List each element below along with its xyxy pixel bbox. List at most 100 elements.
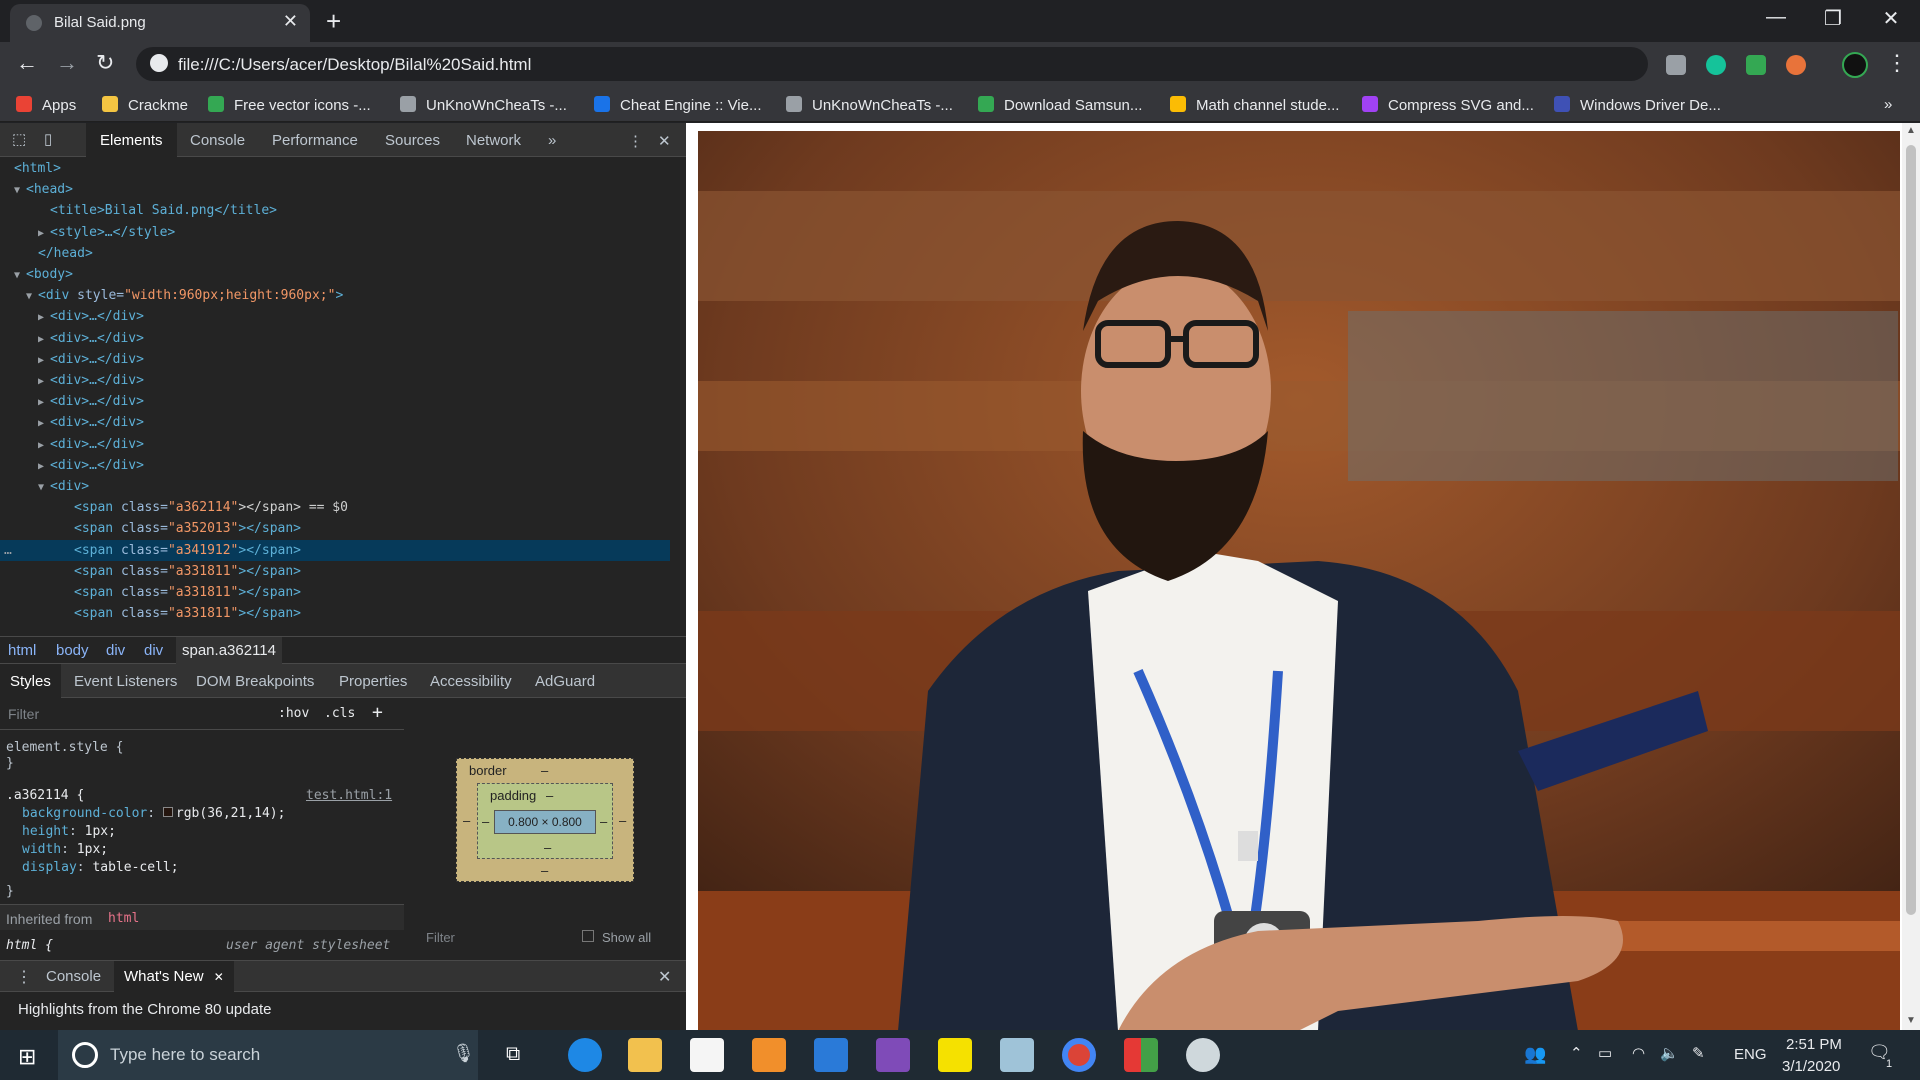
- dom-node-line[interactable]: <span class="a362114"></span> == $0: [74, 497, 348, 518]
- clock-date[interactable]: 3/1/2020: [1782, 1058, 1840, 1075]
- tab-close-icon[interactable]: ✕: [283, 11, 298, 32]
- edge-icon[interactable]: [568, 1038, 602, 1072]
- chrome-icon[interactable]: [1062, 1038, 1096, 1072]
- taskbar-search[interactable]: Type here to search 🎙: [58, 1030, 478, 1080]
- minimize-button[interactable]: —: [1753, 6, 1799, 29]
- clock-time[interactable]: 2:51 PM: [1786, 1036, 1842, 1053]
- new-style-rule-button[interactable]: +: [372, 702, 383, 723]
- dom-node-line[interactable]: ▶ <div>…</div>: [38, 455, 144, 476]
- close-drawer-icon[interactable]: ✕: [658, 967, 671, 987]
- dom-node-line[interactable]: ▶ <div>…</div>: [38, 306, 144, 327]
- restore-button[interactable]: ❐: [1810, 6, 1856, 31]
- devtools-menu-icon[interactable]: ⋮: [628, 132, 643, 150]
- bookmark-8[interactable]: Compress SVG and...: [1362, 96, 1534, 114]
- app-icon[interactable]: [1000, 1038, 1034, 1072]
- profile-avatar[interactable]: [1842, 52, 1868, 78]
- close-devtools-icon[interactable]: ✕: [658, 132, 671, 150]
- subtab-adguard[interactable]: AdGuard: [535, 673, 595, 690]
- file-explorer-icon[interactable]: [628, 1038, 662, 1072]
- subtab-dom-breakpoints[interactable]: DOM Breakpoints: [196, 673, 314, 690]
- drawer-tab-console[interactable]: Console: [46, 968, 101, 985]
- color-swatch[interactable]: [162, 807, 173, 817]
- bookmark-5[interactable]: UnKnoWnCheaTs -...: [786, 96, 953, 114]
- scroll-up-icon[interactable]: ▲: [1906, 125, 1916, 136]
- sublime-text-icon[interactable]: [752, 1038, 786, 1072]
- dom-node-line[interactable]: ▶ <div>…</div>: [38, 370, 144, 391]
- tab-elements[interactable]: Elements: [86, 123, 177, 157]
- rule-source-link[interactable]: test.html:1: [306, 788, 392, 803]
- reload-icon[interactable]: ↻: [96, 50, 114, 76]
- dom-node-line[interactable]: ▶ <div>…</div>: [38, 434, 144, 455]
- sticky-notes-icon[interactable]: [938, 1038, 972, 1072]
- tab-performance[interactable]: Performance: [272, 132, 358, 149]
- adguard-shield-icon[interactable]: [1746, 55, 1766, 75]
- mail-icon[interactable]: [814, 1038, 848, 1072]
- styles-filter-input[interactable]: Filter: [8, 706, 39, 722]
- cls-toggle[interactable]: .cls: [324, 706, 355, 721]
- browser-tab[interactable]: Bilal Said.png ✕: [10, 4, 310, 42]
- dom-node-line[interactable]: <span class="a341912"></span>: [74, 540, 301, 561]
- breadcrumb-html[interactable]: html: [8, 642, 36, 659]
- more-bookmarks-icon[interactable]: »: [1884, 96, 1892, 113]
- inspect-element-icon[interactable]: ⬚: [12, 130, 26, 148]
- paint-app-icon[interactable]: [1124, 1038, 1158, 1072]
- breadcrumb-span[interactable]: span.a362114: [176, 637, 282, 664]
- show-all-checkbox[interactable]: [582, 930, 594, 942]
- address-bar[interactable]: file:///C:/Users/acer/Desktop/Bilal%20Sa…: [136, 47, 1648, 81]
- language-indicator[interactable]: ENG: [1734, 1046, 1767, 1063]
- dom-node-line[interactable]: ▼ <body>: [14, 264, 73, 285]
- tab-sources[interactable]: Sources: [385, 132, 440, 149]
- dom-node-line[interactable]: ▶ <div>…</div>: [38, 349, 144, 370]
- battery-icon[interactable]: ▭: [1598, 1044, 1612, 1062]
- dom-node-line[interactable]: ▶ <div>…</div>: [38, 391, 144, 412]
- subtab-styles[interactable]: Styles: [0, 664, 61, 698]
- tab-console[interactable]: Console: [190, 132, 245, 149]
- rule-selector[interactable]: .a362114 {: [6, 788, 84, 803]
- forward-arrow-icon[interactable]: →: [56, 50, 78, 76]
- style-property[interactable]: height: 1px;: [22, 824, 116, 839]
- style-property[interactable]: background-color: rgb(36,21,14);: [22, 806, 285, 821]
- visual-studio-icon[interactable]: [876, 1038, 910, 1072]
- box-model-padding[interactable]: padding – – – – 0.800 × 0.800: [477, 783, 613, 859]
- camera-icon[interactable]: [1666, 55, 1686, 75]
- bookmark-0[interactable]: Apps: [16, 96, 76, 114]
- dom-node-line[interactable]: <title>Bilal Said.png</title>: [50, 200, 277, 221]
- close-tab-icon[interactable]: ✕: [214, 970, 224, 984]
- computed-filter-input[interactable]: Filter: [426, 930, 455, 945]
- dom-node-line[interactable]: ▼ <div style="width:960px;height:960px;">: [26, 285, 343, 306]
- drawer-tab-whats-new[interactable]: What's New ✕: [114, 961, 234, 992]
- breadcrumb-div-2[interactable]: div: [144, 642, 163, 659]
- hov-toggle[interactable]: :hov: [278, 706, 309, 721]
- style-property[interactable]: width: 1px;: [22, 842, 108, 857]
- bookmark-4[interactable]: Cheat Engine :: Vie...: [594, 96, 761, 114]
- inherited-tag-link[interactable]: html: [108, 911, 139, 926]
- dom-node-line[interactable]: ▼ <div>: [38, 476, 89, 497]
- duckduckgo-icon[interactable]: [1786, 55, 1806, 75]
- volume-icon[interactable]: 🔈: [1660, 1044, 1679, 1062]
- bookmark-1[interactable]: Crackme: [102, 96, 188, 114]
- dom-node-line[interactable]: <span class="a331811"></span>: [74, 582, 301, 603]
- dom-node-line[interactable]: <span class="a331811"></span>: [74, 603, 301, 624]
- box-model-content[interactable]: 0.800 × 0.800: [494, 810, 596, 834]
- tab-network[interactable]: Network: [466, 132, 521, 149]
- box-model-border[interactable]: border – – – – padding – – – – 0.800 × 0…: [456, 758, 634, 882]
- subtab-event-listeners[interactable]: Event Listeners: [74, 673, 177, 690]
- subtab-accessibility[interactable]: Accessibility: [430, 673, 512, 690]
- scroll-down-icon[interactable]: ▼: [1906, 1015, 1916, 1026]
- info-icon[interactable]: [150, 54, 168, 72]
- breadcrumb-body[interactable]: body: [56, 642, 89, 659]
- dom-node-line[interactable]: ▼ <head>: [14, 179, 73, 200]
- windows-start-icon[interactable]: ⊞: [18, 1044, 36, 1070]
- tray-overflow-icon[interactable]: ⌃: [1570, 1044, 1583, 1062]
- more-tabs-icon[interactable]: »: [548, 132, 556, 149]
- dom-node-line[interactable]: ▶ <div>…</div>: [38, 412, 144, 433]
- pen-icon[interactable]: ✎: [1692, 1044, 1705, 1062]
- menu-kebab-icon[interactable]: ⋮: [1886, 50, 1908, 76]
- dom-node-line[interactable]: </head>: [38, 243, 93, 264]
- subtab-properties[interactable]: Properties: [339, 673, 407, 690]
- microsoft-store-icon[interactable]: [690, 1038, 724, 1072]
- bookmark-3[interactable]: UnKnoWnCheaTs -...: [400, 96, 567, 114]
- breadcrumb-div-1[interactable]: div: [106, 642, 125, 659]
- dom-node-line[interactable]: <span class="a331811"></span>: [74, 561, 301, 582]
- wifi-icon[interactable]: ◠: [1632, 1044, 1645, 1062]
